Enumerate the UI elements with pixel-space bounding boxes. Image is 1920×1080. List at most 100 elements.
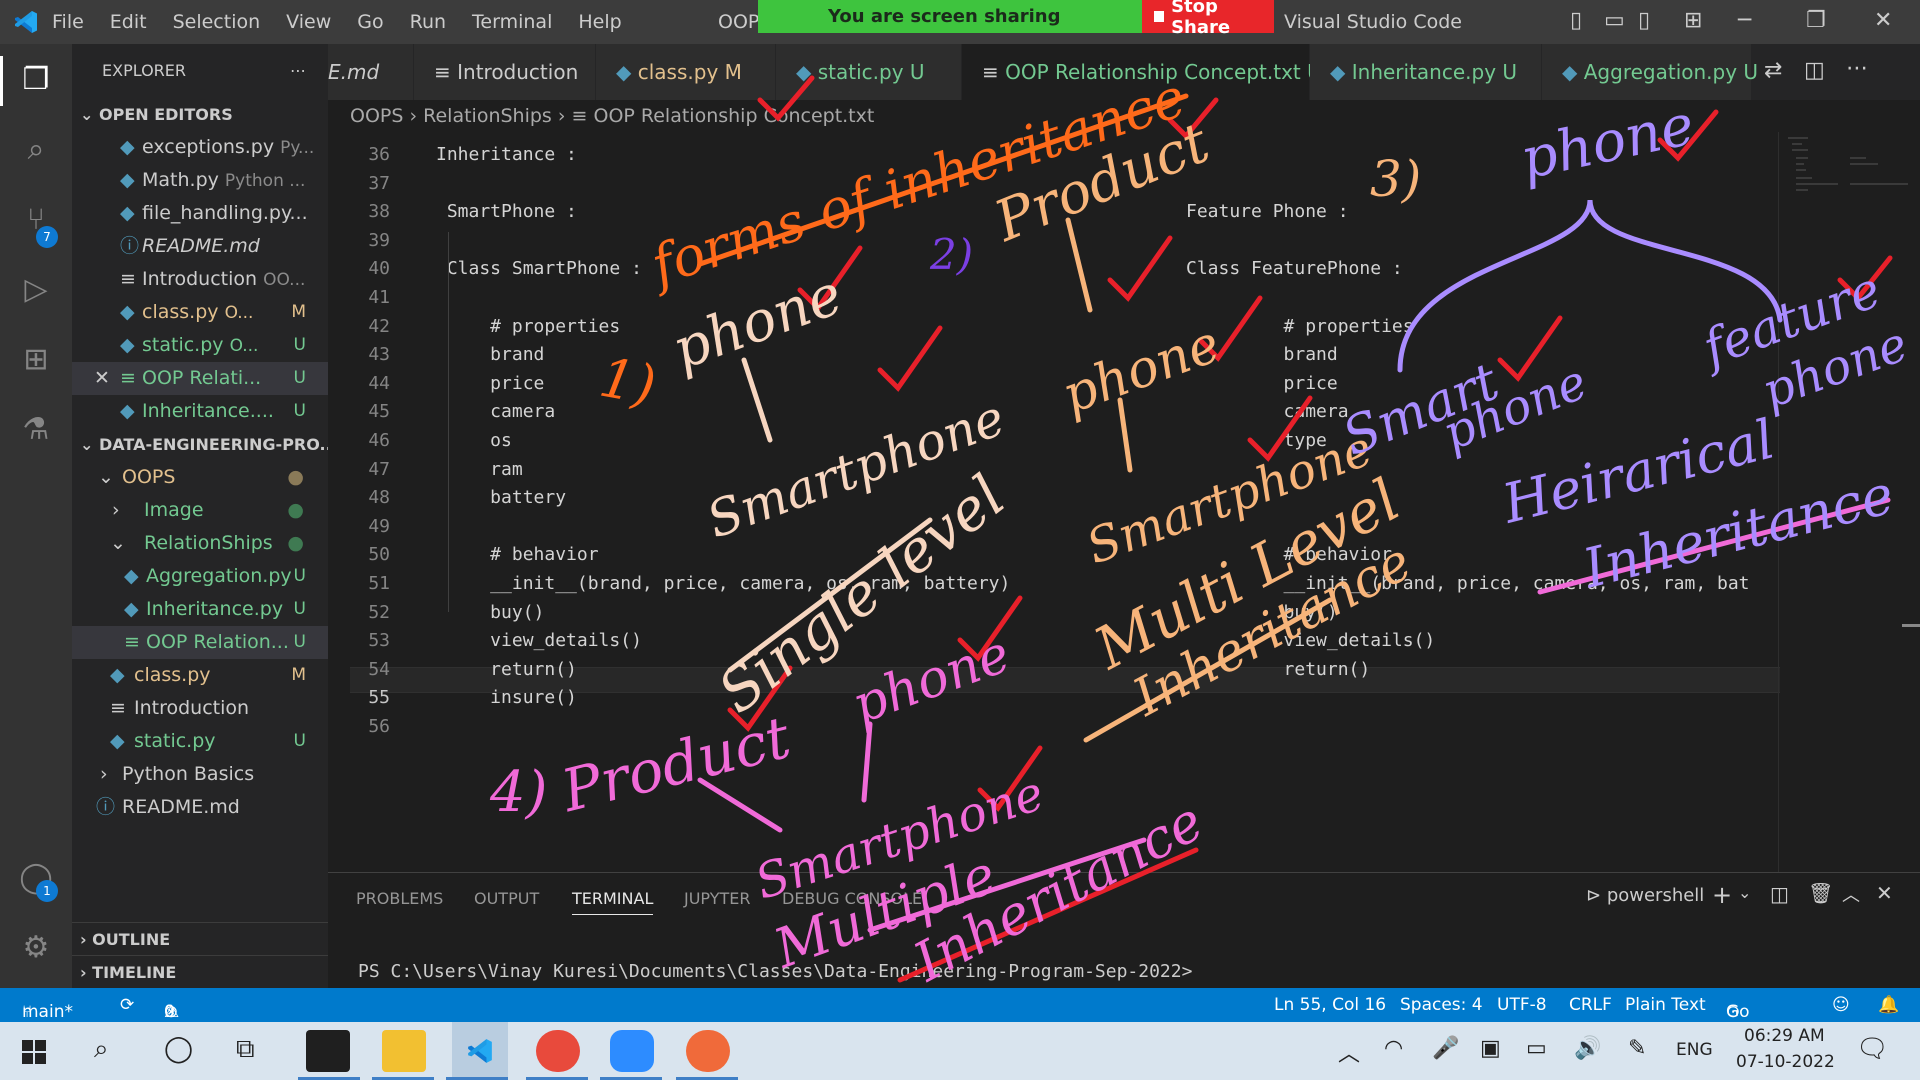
battery-icon[interactable]: ▭ — [1526, 1036, 1547, 1061]
tree-file[interactable]: ◆ Aggregation.py U — [72, 560, 328, 593]
display-icon[interactable]: ▣ — [1480, 1036, 1501, 1061]
chrome-icon[interactable] — [536, 1030, 580, 1072]
scrollbar-thumb[interactable] — [1902, 624, 1920, 627]
menu-file[interactable]: File — [52, 11, 84, 33]
breadcrumb-folder[interactable]: OOPS — [350, 105, 403, 127]
tree-folder[interactable]: › Image ● — [72, 494, 328, 527]
microphone-icon[interactable]: 🎤 — [1432, 1036, 1459, 1061]
task-view-icon[interactable]: ⧉ — [236, 1034, 255, 1065]
feedback-icon[interactable]: ☺ — [1832, 995, 1850, 1015]
open-editor-item[interactable]: ◆ Math.py Python ... — [72, 164, 328, 197]
open-editor-item[interactable]: ⓘ README.md — [72, 230, 328, 263]
breadcrumb-subfolder[interactable]: RelationShips — [423, 105, 552, 127]
extensions-icon[interactable]: ⊞ — [14, 338, 58, 382]
split-terminal-icon[interactable]: ◫ — [1770, 882, 1789, 906]
testing-icon[interactable]: ⚗ — [14, 408, 58, 452]
code-editor[interactable]: 36 37 38 39 40 41 42 43 44 45 46 47 48 49 50 51 52 53 54 55… — [328, 132, 1920, 872]
line-ending[interactable]: CRLF — [1569, 995, 1612, 1015]
open-editors-header[interactable]: ⌄ OPEN EDITORS — [72, 98, 328, 131]
menu-help[interactable]: Help — [578, 11, 621, 33]
maximize-panel-icon[interactable]: ︿ — [1842, 881, 1860, 907]
menu-terminal[interactable]: Terminal — [472, 11, 552, 33]
close-window-icon[interactable]: ✕ — [1874, 8, 1892, 33]
trash-icon[interactable]: 🗑 — [1808, 881, 1833, 905]
chevron-up-icon[interactable]: ︿ — [1338, 1036, 1360, 1068]
tree-folder[interactable]: ⌄ RelationShips ● — [72, 527, 328, 560]
search-icon[interactable]: ⌕ — [94, 1034, 109, 1065]
menu-selection[interactable]: Selection — [173, 11, 261, 33]
toggle-sidebar-icon[interactable]: ▯ — [1570, 8, 1582, 33]
windows-start-icon[interactable] — [22, 1040, 46, 1064]
menu-run[interactable]: Run — [410, 11, 446, 33]
run-debug-icon[interactable]: ▷ — [14, 268, 58, 312]
customize-layout-icon[interactable]: ⊞ — [1684, 8, 1702, 33]
tab-class-py[interactable]: ◆ class.py M — [596, 44, 776, 100]
tab-static-py[interactable]: ◆ static.py U — [776, 44, 962, 100]
language-indicator[interactable]: ENG — [1676, 1040, 1713, 1060]
tree-file-active[interactable]: ≡ OOP Relation... U — [72, 626, 328, 659]
file-explorer-icon[interactable] — [382, 1030, 426, 1072]
encoding[interactable]: UTF-8 — [1497, 995, 1547, 1015]
pen-icon[interactable]: ✎ — [1628, 1036, 1646, 1061]
cmd-app-icon[interactable] — [306, 1030, 350, 1072]
breadcrumb-file[interactable]: OOP Relationship Concept.txt — [593, 105, 874, 127]
language-mode[interactable]: Plain Text — [1625, 995, 1706, 1015]
vscode-taskbar-active[interactable] — [452, 1022, 508, 1080]
wifi-icon[interactable]: ◠ — [1384, 1036, 1403, 1061]
tree-file[interactable]: ◆ static.py U — [72, 725, 328, 758]
split-editor-icon[interactable]: ◫ — [1804, 58, 1825, 83]
tab-introduction[interactable]: ≡ Introduction — [414, 44, 596, 100]
tree-file[interactable]: ≡ Introduction — [72, 692, 328, 725]
tree-folder[interactable]: ⌄ OOPS ● — [72, 461, 328, 494]
toggle-secondary-sidebar-icon[interactable]: ▯ — [1638, 8, 1650, 33]
outline-header[interactable]: › OUTLINE — [72, 922, 328, 955]
minimap[interactable] — [1778, 132, 1920, 252]
notifications-bell-icon[interactable]: 🔔 — [1878, 995, 1899, 1015]
terminal-prompt[interactable]: PS C:\Users\Vinay Kuresi\Documents\Class… — [358, 961, 1192, 982]
tab-aggregation-py[interactable]: ◆ Aggregation.py U — [1542, 44, 1758, 100]
close-panel-icon[interactable]: ✕ — [1876, 881, 1893, 905]
open-editor-item[interactable]: ◆ static.py O... U — [72, 329, 328, 362]
menu-go[interactable]: Go — [357, 11, 383, 33]
tab-terminal[interactable]: TERMINAL — [572, 889, 654, 915]
clock-date[interactable]: 07-10-2022 — [1736, 1052, 1835, 1072]
volume-icon[interactable]: 🔊 — [1574, 1036, 1601, 1061]
menu-view[interactable]: View — [286, 11, 331, 33]
tab-output[interactable]: OUTPUT — [474, 889, 539, 908]
compare-icon[interactable]: ⇄ — [1764, 58, 1782, 83]
settings-gear-icon[interactable]: ⚙ — [14, 926, 58, 970]
tab-oop-relationship[interactable]: ≡ OOP Relationship Concept.txt U ✕ — [962, 44, 1345, 100]
new-terminal-icon[interactable]: + — [1712, 881, 1732, 909]
more-actions-icon[interactable]: ⋯ — [1846, 56, 1868, 81]
tab-problems[interactable]: PROBLEMS — [356, 889, 443, 908]
tree-file[interactable]: ◆ Inheritance.py U — [72, 593, 328, 626]
tree-file[interactable]: ⓘ README.md — [72, 791, 328, 824]
open-editor-item[interactable]: ◆ class.py O... M — [72, 296, 328, 329]
tree-file[interactable]: ◆ class.py M — [72, 659, 328, 692]
more-actions-icon[interactable]: ⋯ — [290, 54, 306, 87]
minimize-icon[interactable]: ─ — [1738, 8, 1751, 33]
paint-app-icon[interactable] — [686, 1030, 730, 1072]
open-editor-item-active[interactable]: ✕ ≡ OOP Relati... U — [72, 362, 328, 395]
cortana-icon[interactable]: ◯ — [164, 1034, 193, 1064]
open-editor-item[interactable]: ◆ file_handling.py... — [72, 197, 328, 230]
indentation[interactable]: Spaces: 4 — [1400, 995, 1483, 1015]
tab-readme[interactable]: E.md — [328, 44, 414, 100]
timeline-header[interactable]: › TIMELINE — [72, 955, 328, 988]
chevron-down-icon[interactable]: ⌄ — [1738, 883, 1751, 902]
toggle-panel-icon[interactable]: ▭ — [1604, 8, 1625, 33]
terminal-shell-selector[interactable]: ⊳ powershell — [1586, 885, 1704, 906]
cursor-position[interactable]: Ln 55, Col 16 — [1274, 995, 1386, 1015]
action-center-icon[interactable]: 🗨 — [1856, 1034, 1889, 1064]
explorer-icon[interactable]: ❐ — [14, 58, 58, 102]
tree-folder[interactable]: › Python Basics — [72, 758, 328, 791]
stop-share-button[interactable]: Stop Share — [1142, 0, 1274, 38]
open-editor-item[interactable]: ◆ exceptions.py Py... — [72, 131, 328, 164]
close-icon[interactable]: ✕ — [94, 362, 110, 395]
tab-inheritance-py[interactable]: ◆ Inheritance.py U — [1310, 44, 1542, 100]
clock-time[interactable]: 06:29 AM — [1744, 1026, 1825, 1046]
tab-jupyter[interactable]: JUPYTER — [684, 889, 751, 908]
open-editor-item[interactable]: ◆ Inheritance.... U — [72, 395, 328, 428]
restore-icon[interactable]: ❐ — [1806, 8, 1826, 33]
tab-debug-console[interactable]: DEBUG CONSOLE — [782, 889, 922, 908]
